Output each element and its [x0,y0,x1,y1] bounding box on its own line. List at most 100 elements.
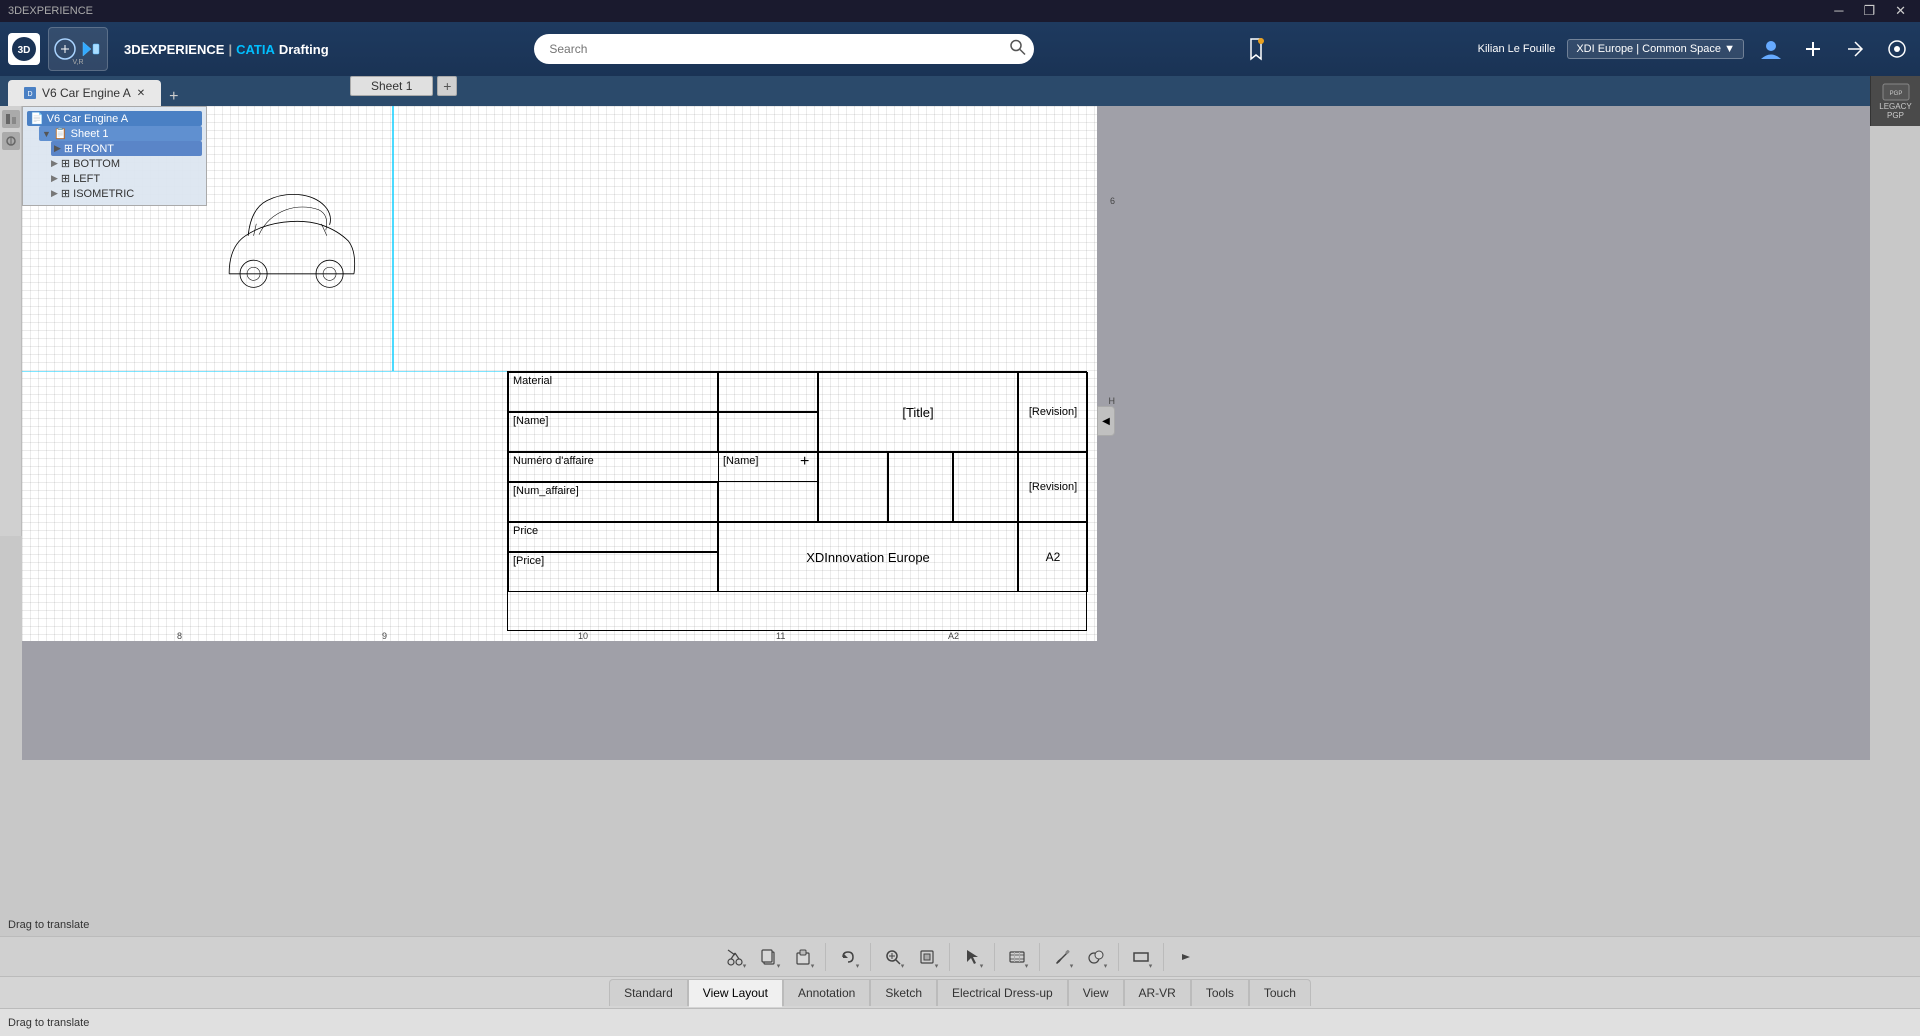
select-button[interactable]: ▾ [956,941,988,973]
tab-v6-car-engine[interactable]: D V6 Car Engine A ✕ [8,80,161,106]
tab-standard[interactable]: Standard [609,979,688,1006]
tb-price-label: Price [508,522,718,552]
more-button[interactable] [1170,941,1202,973]
rect-button[interactable]: ▾ [1125,941,1157,973]
tree-front-item[interactable]: ▶ ⊞ FRONT [51,141,202,156]
tree-isometric-label: ISOMETRIC [73,188,134,200]
panel-button-2[interactable] [2,132,20,150]
tab-view[interactable]: View [1068,979,1124,1006]
close-button[interactable]: ✕ [1889,3,1912,19]
ruler-right-6: 6 [1110,196,1115,206]
zoom-button[interactable]: ▾ [877,941,909,973]
sheet-selector: Sheet 1 + [350,76,457,96]
workspace-selector[interactable]: XDI Europe | Common Space ▼ [1567,39,1744,59]
tree-sheet-icon: 📋 [54,127,68,140]
tree-expand-icon: ▼ [42,129,51,139]
tree-bottom-item[interactable]: ▶ ⊞ BOTTOM [51,156,202,171]
tree-isometric-item[interactable]: ▶ ⊞ ISOMETRIC [51,186,202,201]
undo-dropdown-icon[interactable]: ▾ [853,942,863,972]
rect-dropdown-icon[interactable]: ▾ [1146,942,1156,972]
tree-root-label: V6 Car Engine A [47,113,128,125]
tree-root-item[interactable]: 📄 V6 Car Engine A [27,111,202,126]
tb-empty2 [718,412,818,452]
toolbar-divider-5 [1039,943,1040,971]
status-bar: Drag to translate [0,1008,1920,1036]
svg-text:V,R: V,R [72,59,83,66]
minimize-button[interactable]: ─ [1828,3,1849,19]
blue-highlight-v [392,106,394,371]
mask-button[interactable]: ▾ [1001,941,1033,973]
tree-panel: 📄 V6 Car Engine A ▼ 📋 Sheet 1 ▶ ⊞ FRONT … [22,106,207,206]
toolbar-right: Kilian Le Fouille XDI Europe | Common Sp… [1478,34,1912,64]
legacy-pgp-label2: PGP [1887,111,1904,120]
toolbar-divider-7 [1163,943,1164,971]
toolbar-divider-1 [825,943,826,971]
toolbar-divider-3 [949,943,950,971]
user-avatar[interactable] [1756,34,1786,64]
cut-dropdown-icon[interactable]: ▾ [740,942,750,972]
paint-dropdown-icon[interactable]: ▾ [1067,942,1077,972]
tree-view-icon2: ⊞ [61,157,70,170]
tree-expand-icon5: ▶ [51,188,58,199]
paste-dropdown-icon[interactable]: ▾ [808,942,818,972]
brand-catia: CATIA [236,42,275,57]
fit-button[interactable]: ▾ [911,941,943,973]
main-canvas[interactable]: Material [Title] [Revision] [Name] Numér… [22,106,1870,760]
tb-company: XDInnovation Europe [718,522,1018,592]
paint-button[interactable]: ▾ [1046,941,1078,973]
tree-view-icon4: ⊞ [61,187,70,200]
tab-tools[interactable]: Tools [1191,979,1249,1006]
tree-view-icon3: ⊞ [61,172,70,185]
tab-touch[interactable]: Touch [1249,979,1311,1006]
right-collapse-arrow[interactable]: ◀ [1097,406,1115,436]
tab-view-layout[interactable]: View Layout [688,979,783,1007]
tb-title: [Title] [818,372,1018,452]
zoom-dropdown-icon[interactable]: ▾ [898,942,908,972]
sheet-add-button[interactable]: + [437,76,457,96]
tab-annotation[interactable]: Annotation [783,979,870,1006]
legacy-pgp-button[interactable]: PGP LEGACY PGP [1870,76,1920,126]
tab-ar-vr[interactable]: AR-VR [1124,979,1191,1006]
toolbar-divider-4 [994,943,995,971]
brand-module: Drafting [279,42,329,57]
select-dropdown-icon[interactable]: ▾ [977,942,987,972]
panel-button-1[interactable] [2,110,20,128]
search-input[interactable] [534,34,1034,64]
mask-dropdown-icon[interactable]: ▾ [1022,942,1032,972]
share-button[interactable] [1840,34,1870,64]
brand-label: 3DEXPERIENCE|CATIADrafting [124,42,329,57]
tb-num-affaire: [Num_affaire] [508,482,718,522]
search-button[interactable] [1010,40,1026,59]
undo-button[interactable]: ▾ [832,941,864,973]
ruler-right-H: H [1109,396,1116,406]
fit-dropdown-icon[interactable]: ▾ [932,942,942,972]
copy-dropdown-icon[interactable]: ▾ [774,942,784,972]
tb-empty3 [818,452,888,522]
restore-button[interactable]: ❐ [1857,3,1881,19]
copy-button[interactable]: ▾ [753,941,785,973]
add-button[interactable] [1798,34,1828,64]
car-sketch [202,126,392,351]
compass-button[interactable]: V,R [48,27,108,71]
clone-dropdown-icon[interactable]: ▾ [1101,942,1111,972]
workspace-label: XDI Europe | Common Space [1576,43,1721,55]
sheet-button[interactable]: Sheet 1 [350,76,433,96]
search-container [534,34,1034,64]
toolbar-divider-6 [1118,943,1119,971]
bookmark-button[interactable] [1240,33,1272,65]
tb-revision2: [Revision] [1018,452,1088,522]
add-tab-button[interactable]: + [161,88,186,106]
svg-text:3D: 3D [18,45,31,56]
tab-close-button[interactable]: ✕ [137,88,145,99]
tb-empty1 [718,372,818,412]
cut-button[interactable]: ▾ [719,941,751,973]
tab-electrical[interactable]: Electrical Dress-up [937,979,1068,1006]
tab-sketch[interactable]: Sketch [870,979,937,1006]
clone-button[interactable]: ▾ [1080,941,1112,973]
paste-button[interactable]: ▾ [787,941,819,973]
apps-button[interactable] [1882,34,1912,64]
app-logo[interactable]: 3D [8,33,40,65]
workspace-chevron-icon: ▼ [1724,43,1735,55]
tree-left-item[interactable]: ▶ ⊞ LEFT [51,171,202,186]
tree-sheet-item[interactable]: ▼ 📋 Sheet 1 [39,126,202,141]
